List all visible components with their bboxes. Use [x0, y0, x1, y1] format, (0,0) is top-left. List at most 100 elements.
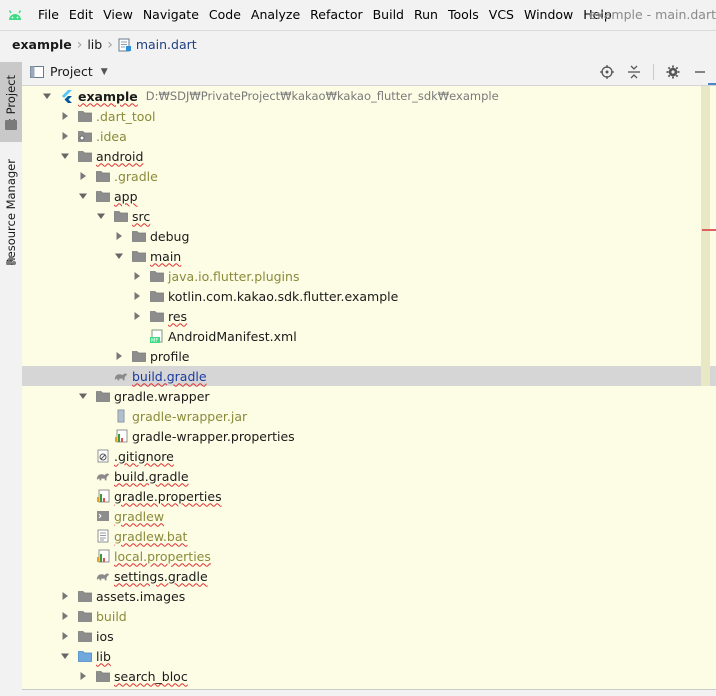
folder-icon: [132, 249, 146, 263]
folder-icon: [78, 149, 92, 163]
breadcrumb-project[interactable]: example: [0, 37, 75, 52]
folder-icon: [78, 109, 92, 123]
expand-arrow-down-icon[interactable]: [96, 211, 106, 221]
expand-arrow-right-icon[interactable]: [132, 311, 142, 321]
expand-arrow-right-icon[interactable]: [60, 591, 70, 601]
properties-icon: [96, 489, 110, 503]
menu-window[interactable]: Window: [519, 0, 578, 30]
expand-arrow-down-icon[interactable]: [78, 191, 88, 201]
tree-row[interactable]: src: [22, 206, 716, 226]
expand-arrow-right-icon[interactable]: [60, 611, 70, 621]
tree-row[interactable]: assets.images: [22, 586, 716, 606]
expand-arrow-down-icon[interactable]: [78, 391, 88, 401]
tree-row[interactable]: example D:₩SDJ₩PrivateProject₩kakao₩kakao…: [22, 86, 716, 106]
minimize-icon[interactable]: [692, 64, 708, 80]
project-panel-header: Project ▼: [22, 58, 716, 86]
tree-row[interactable]: java.io.flutter.plugins: [22, 266, 716, 286]
expand-arrow-down-icon[interactable]: [42, 91, 52, 101]
tree-row[interactable]: search_bloc: [22, 666, 716, 686]
folder-icon: [96, 669, 110, 683]
tree-scrollbar-thumb[interactable]: [701, 86, 710, 386]
tree-row-label: res: [168, 308, 188, 324]
manifest-icon: MF: [150, 329, 164, 343]
menu-refactor[interactable]: Refactor: [305, 0, 367, 30]
editor-accent-line: [708, 83, 716, 85]
menu-view[interactable]: View: [98, 0, 138, 30]
tree-row-label: build.gradle: [132, 368, 207, 384]
expand-arrow-right-icon[interactable]: [78, 671, 88, 681]
tree-row[interactable]: ios: [22, 626, 716, 646]
folder-icon: [96, 189, 110, 203]
tab-project[interactable]: 1: Project: [0, 62, 22, 142]
tree-row[interactable]: android: [22, 146, 716, 166]
tree-row[interactable]: gradle.properties: [22, 486, 716, 506]
locate-icon[interactable]: [599, 64, 615, 80]
tree-row[interactable]: .idea: [22, 126, 716, 146]
tree-row[interactable]: settings.gradle: [22, 566, 716, 586]
menu-vcs[interactable]: VCS: [484, 0, 519, 30]
tree-row-label: src: [132, 208, 151, 224]
tree-row[interactable]: local.properties: [22, 546, 716, 566]
expand-arrow-right-icon[interactable]: [114, 351, 124, 361]
tree-row[interactable]: .gradle: [22, 166, 716, 186]
tree-row-label: example: [78, 88, 138, 104]
expand-arrow-right-icon[interactable]: [60, 631, 70, 641]
tree-row[interactable]: gradle-wrapper.jar: [22, 406, 716, 426]
chevron-right-icon: ›: [76, 36, 83, 53]
breadcrumb-file[interactable]: main.dart: [115, 37, 200, 52]
menu-analyze[interactable]: Analyze: [246, 0, 305, 30]
tree-row-label: main: [150, 248, 182, 264]
project-view-selector[interactable]: Project ▼: [22, 64, 108, 79]
tree-row[interactable]: debug: [22, 226, 716, 246]
tree-row[interactable]: kotlin.com.kakao.sdk.flutter.example: [22, 286, 716, 306]
expand-arrow-down-icon[interactable]: [114, 251, 124, 261]
menu-navigate[interactable]: Navigate: [138, 0, 204, 30]
shapes-icon: [5, 254, 17, 266]
expand-arrow-right-icon[interactable]: [60, 131, 70, 141]
chevron-right-icon: ›: [107, 36, 113, 53]
tree-row-label: gradlew: [114, 508, 165, 524]
tree-row[interactable]: res: [22, 306, 716, 326]
project-tree: example D:₩SDJ₩PrivateProject₩kakao₩kakao…: [22, 86, 716, 690]
breadcrumb: example › lib › main.dart: [0, 30, 716, 59]
svg-text:MF: MF: [151, 338, 158, 343]
menu-edit[interactable]: Edit: [64, 0, 98, 30]
expand-arrow-right-icon[interactable]: [60, 111, 70, 121]
menu-build[interactable]: Build: [368, 0, 409, 30]
tree-row[interactable]: profile: [22, 346, 716, 366]
expand-arrow-down-icon[interactable]: [60, 151, 70, 161]
tree-row[interactable]: build.gradle: [22, 366, 716, 386]
tree-row-label: java.io.flutter.plugins: [168, 268, 300, 284]
folder-icon: [5, 120, 17, 130]
breadcrumb-lib[interactable]: lib: [84, 37, 105, 52]
menu-tools[interactable]: Tools: [443, 0, 484, 30]
tree-row-label: search_bloc: [114, 668, 188, 684]
tree-row[interactable]: MF AndroidManifest.xml: [22, 326, 716, 346]
folder-icon: [78, 589, 92, 603]
tree-row[interactable]: app: [22, 186, 716, 206]
tree-row[interactable]: .gitignore: [22, 446, 716, 466]
tree-row[interactable]: build: [22, 606, 716, 626]
expand-arrow-right-icon[interactable]: [114, 231, 124, 241]
android-studio-logo-icon: [7, 8, 23, 22]
expand-arrow-down-icon[interactable]: [60, 651, 70, 661]
tree-row[interactable]: .dart_tool: [22, 106, 716, 126]
expand-arrow-right-icon[interactable]: [132, 271, 142, 281]
gear-icon[interactable]: [665, 64, 681, 80]
tree-row[interactable]: gradlew: [22, 506, 716, 526]
collapse-icon[interactable]: [626, 64, 642, 80]
tree-row[interactable]: gradlew.bat: [22, 526, 716, 546]
toolbar-divider: [653, 63, 654, 80]
expand-arrow-right-icon[interactable]: [132, 291, 142, 301]
tree-row[interactable]: gradle-wrapper.properties: [22, 426, 716, 446]
tree-row[interactable]: main: [22, 246, 716, 266]
tree-row-label: build.gradle: [114, 468, 189, 484]
tree-row[interactable]: lib: [22, 646, 716, 666]
expand-arrow-right-icon[interactable]: [78, 171, 88, 181]
menu-run[interactable]: Run: [409, 0, 443, 30]
menu-code[interactable]: Code: [204, 0, 246, 30]
tree-row[interactable]: build.gradle: [22, 466, 716, 486]
tree-row-label: app: [114, 188, 138, 204]
tree-row[interactable]: gradle.wrapper: [22, 386, 716, 406]
menu-file[interactable]: File: [33, 0, 64, 30]
